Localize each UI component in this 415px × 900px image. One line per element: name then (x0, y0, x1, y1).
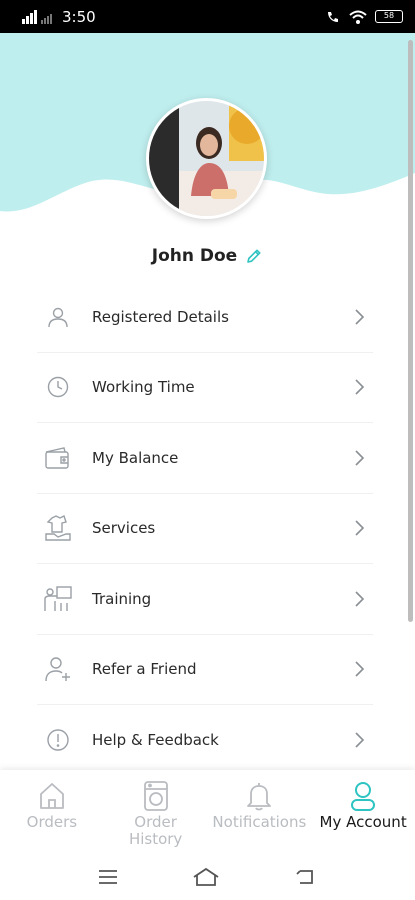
battery-icon: 58 (375, 10, 403, 23)
tab-orders-label: Orders (26, 813, 78, 831)
menu-icon[interactable] (97, 868, 119, 886)
wallet-icon (39, 439, 77, 477)
status-time: 3:50 (62, 7, 96, 26)
menu-item-label: Registered Details (92, 307, 229, 326)
chevron-right-icon (355, 732, 365, 748)
tab-my-account[interactable]: My Account (311, 770, 415, 853)
menu-item-label: Help & Feedback (92, 731, 219, 750)
menu-item-working-time[interactable]: Working Time (37, 353, 373, 423)
info-icon (39, 721, 77, 759)
profile-name-row: John Doe (0, 246, 415, 266)
edit-pencil-icon[interactable] (245, 247, 263, 265)
tab-notifications[interactable]: Notifications (208, 770, 312, 853)
signal-icon (22, 9, 52, 24)
chevron-right-icon (355, 520, 365, 536)
wifi-icon (349, 10, 367, 24)
bell-icon (247, 783, 272, 811)
menu-item-training[interactable]: Training (37, 564, 373, 635)
status-bar: 3:50 58 (0, 0, 415, 33)
scrollbar[interactable] (408, 40, 413, 622)
menu-item-my-balance[interactable]: My Balance (37, 423, 373, 494)
menu-item-label: Services (92, 519, 156, 538)
menu-item-help-feedback[interactable]: Help & Feedback (37, 705, 373, 776)
training-icon (39, 580, 77, 618)
user-icon (351, 782, 376, 811)
washing-machine-icon (143, 781, 168, 811)
services-icon (39, 509, 77, 547)
tab-order-history-label-line1: Order (134, 813, 177, 831)
tab-orders[interactable]: Orders (0, 770, 104, 853)
clock-icon (39, 368, 77, 406)
tab-my-account-label: My Account (319, 813, 407, 831)
chevron-right-icon (355, 379, 365, 395)
back-icon[interactable] (294, 867, 318, 887)
user-icon (39, 298, 77, 336)
chevron-right-icon (355, 591, 365, 607)
menu-item-label: Refer a Friend (92, 660, 197, 679)
system-navigation-bar (0, 853, 415, 900)
menu-item-label: Working Time (92, 378, 195, 397)
avatar[interactable] (146, 98, 267, 219)
tab-order-history-label-line2: History (128, 830, 183, 848)
account-menu: Registered Details Working Time My Balan… (37, 282, 373, 776)
menu-item-label: Training (92, 589, 152, 608)
menu-item-registered-details[interactable]: Registered Details (37, 282, 373, 353)
menu-item-label: My Balance (92, 448, 179, 467)
menu-item-services[interactable]: Services (37, 494, 373, 564)
tab-notifications-label: Notifications (212, 813, 307, 831)
add-user-icon (39, 650, 77, 688)
chevron-right-icon (355, 450, 365, 466)
bottom-navigation: Orders Order History Notifications My Ac… (0, 770, 415, 853)
profile-name: John Doe (151, 246, 238, 266)
menu-item-refer-a-friend[interactable]: Refer a Friend (37, 635, 373, 705)
home-button-icon[interactable] (192, 866, 220, 888)
call-icon (328, 11, 338, 22)
chevron-right-icon (355, 309, 365, 325)
tab-order-history[interactable]: Order History (104, 770, 208, 853)
chevron-right-icon (355, 661, 365, 677)
home-icon (39, 783, 64, 809)
